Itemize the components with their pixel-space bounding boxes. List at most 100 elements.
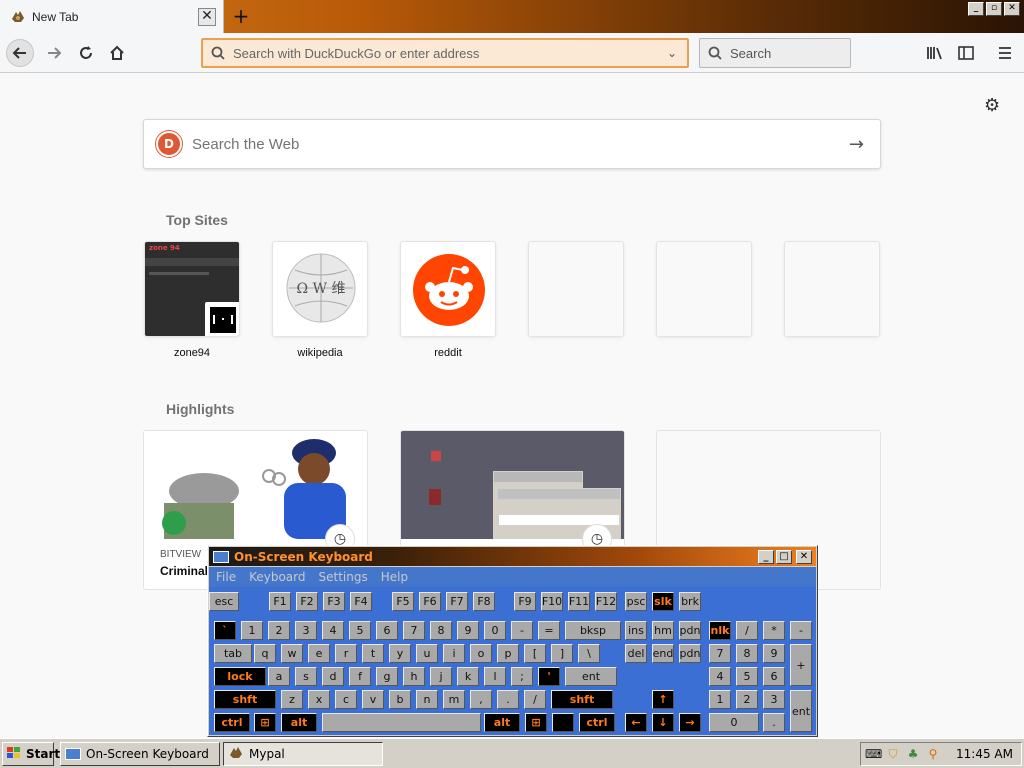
osk-key[interactable]: ctrl: [214, 713, 250, 732]
search-tray-icon[interactable]: ⚲: [925, 746, 941, 762]
forward-button[interactable]: [40, 39, 68, 67]
osk-key[interactable]: v: [362, 690, 384, 709]
osk-key[interactable]: F1: [269, 592, 291, 611]
osk-key[interactable]: 6: [763, 667, 785, 686]
osk-key[interactable]: F6: [419, 592, 441, 611]
osk-key[interactable]: brk: [679, 592, 701, 611]
osk-key[interactable]: del: [625, 644, 647, 663]
arrow-right-icon[interactable]: →: [849, 134, 864, 155]
osk-key[interactable]: 0: [709, 713, 759, 732]
tab-new-tab[interactable]: New Tab ✕: [0, 0, 224, 33]
osk-key[interactable]: z: [281, 690, 303, 709]
top-site-reddit[interactable]: reddit: [400, 241, 496, 359]
search-bar[interactable]: Search: [699, 38, 851, 68]
web-search-input[interactable]: Search the Web: [192, 136, 849, 153]
osk-key[interactable]: F4: [350, 592, 372, 611]
menu-button[interactable]: [995, 43, 1015, 63]
osk-key[interactable]: F2: [296, 592, 318, 611]
osk-key[interactable]: .: [497, 690, 519, 709]
osk-key[interactable]: k: [457, 667, 479, 686]
osk-key[interactable]: lock: [214, 667, 266, 686]
osk-key[interactable]: x: [308, 690, 330, 709]
osk-key[interactable]: ↓: [652, 713, 674, 732]
osk-key[interactable]: ent: [790, 690, 812, 732]
tab-close-icon[interactable]: ✕: [198, 8, 216, 26]
address-bar[interactable]: Search with DuckDuckGo or enter address …: [201, 38, 689, 68]
osk-key[interactable]: e: [308, 644, 330, 663]
top-site-empty[interactable]: [528, 241, 624, 347]
osk-key[interactable]: 3: [763, 690, 785, 709]
osk-key[interactable]: /: [736, 621, 758, 640]
osk-key[interactable]: `: [214, 621, 236, 640]
osk-key[interactable]: pdn: [679, 644, 701, 663]
osk-key[interactable]: ↑: [652, 690, 674, 709]
osk-key[interactable]: h: [403, 667, 425, 686]
osk-key[interactable]: o: [470, 644, 492, 663]
chevron-down-icon[interactable]: ⌄: [667, 46, 687, 60]
osk-key[interactable]: ins: [625, 621, 647, 640]
osk-key[interactable]: 8: [736, 644, 758, 663]
osk-key[interactable]: nlk: [709, 621, 731, 640]
osk-key[interactable]: 9: [457, 621, 479, 640]
gear-icon[interactable]: ⚙: [984, 95, 1000, 116]
osk-key[interactable]: j: [430, 667, 452, 686]
network-icon[interactable]: ♣: [905, 746, 921, 762]
task-mypal[interactable]: Mypal: [223, 742, 383, 766]
osk-key[interactable]: [322, 713, 481, 732]
osk-key[interactable]: 0: [484, 621, 506, 640]
search-input[interactable]: Search: [730, 46, 771, 61]
osk-key[interactable]: 5: [736, 667, 758, 686]
library-button[interactable]: [925, 43, 945, 63]
osk-key[interactable]: bksp: [565, 621, 621, 640]
osk-key[interactable]: s: [295, 667, 317, 686]
osk-key[interactable]: slk: [652, 592, 674, 611]
osk-key[interactable]: F12: [595, 592, 617, 611]
osk-key[interactable]: 1: [709, 690, 731, 709]
osk-key[interactable]: ⊞: [254, 713, 276, 732]
osk-key[interactable]: =: [538, 621, 560, 640]
minimize-button[interactable]: _: [968, 2, 984, 16]
osk-key[interactable]: psc: [625, 592, 647, 611]
osk-key[interactable]: -: [790, 621, 812, 640]
restore-button[interactable]: ▫: [986, 2, 1002, 16]
top-site-wikipedia[interactable]: Ω W 维 wikipedia: [272, 241, 368, 359]
osk-key[interactable]: 2: [268, 621, 290, 640]
top-site-zone94[interactable]: zone 94 zone94: [144, 241, 240, 359]
web-search-box[interactable]: D Search the Web →: [143, 119, 881, 169]
osk-key[interactable]: 2: [736, 690, 758, 709]
osk-key[interactable]: shft: [551, 690, 613, 709]
osk-key[interactable]: esc: [209, 592, 239, 611]
osk-key[interactable]: 7: [403, 621, 425, 640]
osk-key[interactable]: 6: [376, 621, 398, 640]
osk-key[interactable]: ': [538, 667, 560, 686]
osk-key[interactable]: g: [376, 667, 398, 686]
osk-key[interactable]: 1: [241, 621, 263, 640]
osk-key[interactable]: p: [497, 644, 519, 663]
osk-key[interactable]: +: [790, 644, 812, 686]
osk-key[interactable]: ;: [511, 667, 533, 686]
osk-key[interactable]: ctrl: [579, 713, 615, 732]
sidebar-button[interactable]: [956, 43, 976, 63]
osk-key[interactable]: c: [335, 690, 357, 709]
osk-maximize-button[interactable]: □: [776, 550, 792, 564]
osk-key[interactable]: F5: [392, 592, 414, 611]
osk-key[interactable]: [: [524, 644, 546, 663]
osk-key[interactable]: a: [268, 667, 290, 686]
osk-key[interactable]: y: [389, 644, 411, 663]
osk-key[interactable]: alt: [281, 713, 317, 732]
home-button[interactable]: [103, 39, 131, 67]
reload-button[interactable]: [72, 39, 100, 67]
osk-key[interactable]: 3: [295, 621, 317, 640]
osk-key[interactable]: ,: [470, 690, 492, 709]
task-on-screen-keyboard[interactable]: On-Screen Keyboard: [60, 742, 220, 766]
osk-key[interactable]: alt: [484, 713, 520, 732]
osk-key[interactable]: l: [484, 667, 506, 686]
osk-key[interactable]: pdn: [679, 621, 701, 640]
osk-key[interactable]: 9: [763, 644, 785, 663]
osk-key[interactable]: d: [322, 667, 344, 686]
osk-key[interactable]: ]: [551, 644, 573, 663]
top-site-empty[interactable]: [784, 241, 880, 347]
osk-key[interactable]: ←: [625, 713, 647, 732]
osk-title-bar[interactable]: On-Screen Keyboard _ □ ✕: [209, 547, 816, 566]
address-input[interactable]: Search with DuckDuckGo or enter address: [233, 46, 667, 61]
